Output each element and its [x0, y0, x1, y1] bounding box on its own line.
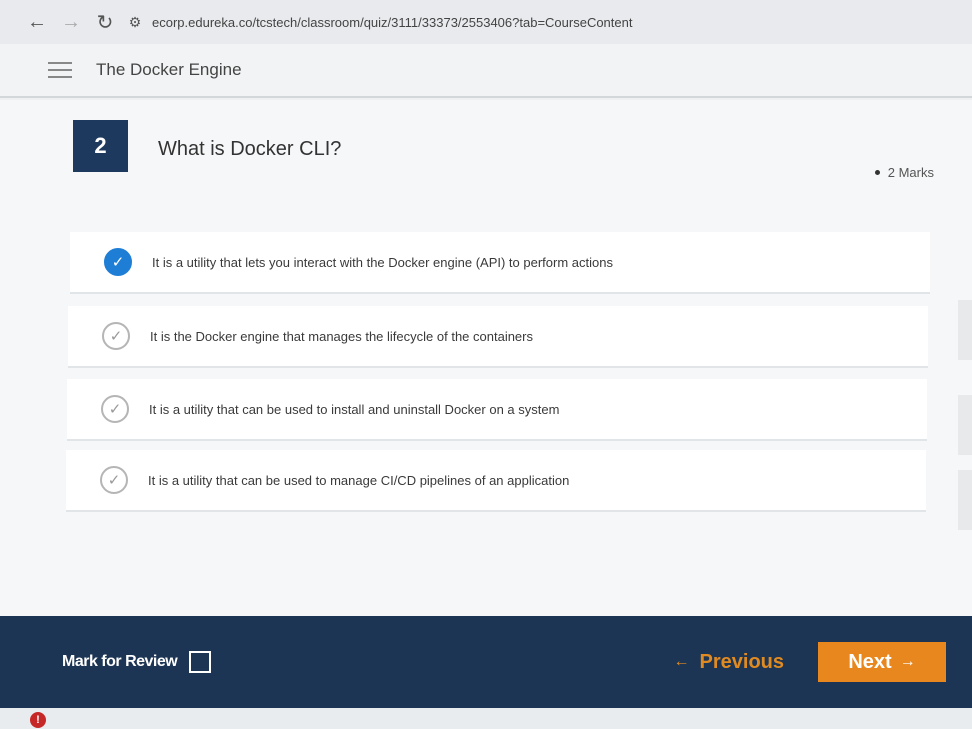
check-selected-icon[interactable]: ✓ — [104, 248, 132, 276]
marks-label: 2 Marks — [874, 165, 934, 180]
side-panel-edge — [958, 470, 972, 530]
check-circle-icon[interactable]: ✓ — [102, 322, 130, 350]
address-bar[interactable]: ecorp.edureka.co/tcstech/classroom/quiz/… — [152, 15, 632, 30]
answer-option-1[interactable]: ✓ It is a utility that lets you interact… — [70, 232, 930, 294]
answer-option-text: It is a utility that lets you interact w… — [152, 254, 613, 270]
course-title: The Docker Engine — [96, 60, 242, 79]
answer-option-3[interactable]: ✓ It is a utility that can be used to in… — [67, 379, 927, 441]
notification-icon[interactable]: ! — [30, 712, 46, 728]
mark-for-review-checkbox[interactable] — [189, 651, 212, 673]
question-text: What is Docker CLI? — [158, 138, 342, 160]
os-taskbar: ! — [0, 708, 972, 729]
side-panel-edge — [958, 395, 972, 455]
quiz-footer: Mark for Review ← Previous Next → — [0, 616, 972, 708]
browser-toolbar: ← → ↻ ⚙ ecorp.edureka.co/tcstech/classro… — [0, 0, 972, 44]
answer-option-text: It is a utility that can be used to mana… — [148, 472, 570, 488]
previous-button[interactable]: ← Previous — [674, 651, 784, 674]
hamburger-menu-icon[interactable] — [48, 62, 72, 78]
next-label: Next — [848, 650, 892, 673]
check-circle-icon[interactable]: ✓ — [101, 395, 129, 423]
forward-icon[interactable]: → — [54, 11, 88, 34]
question-panel: 2 What is Docker CLI? 2 Marks ✓ It is a … — [0, 100, 972, 616]
mark-for-review-label: Mark for Review — [62, 653, 178, 670]
answer-option-text: It is the Docker engine that manages the… — [150, 328, 533, 344]
arrow-left-icon: ← — [673, 653, 690, 670]
arrow-right-icon: → — [899, 653, 916, 670]
previous-label: Previous — [699, 650, 784, 673]
mark-for-review[interactable]: Mark for Review — [62, 651, 212, 673]
marks-text: 2 Marks — [887, 165, 934, 180]
answer-option-2[interactable]: ✓ It is the Docker engine that manages t… — [68, 306, 928, 368]
answer-option-4[interactable]: ✓ It is a utility that can be used to ma… — [66, 450, 926, 512]
back-icon[interactable]: ← — [20, 11, 54, 34]
site-info-icon[interactable]: ⚙ — [122, 14, 148, 31]
answer-option-text: It is a utility that can be used to inst… — [149, 401, 560, 417]
quiz-header: The Docker Engine — [0, 44, 972, 98]
reload-icon[interactable]: ↻ — [88, 10, 122, 35]
question-number: 2 — [73, 120, 128, 172]
bullet-icon — [874, 170, 880, 175]
next-button[interactable]: Next → — [818, 642, 946, 682]
side-panel-edge — [958, 300, 972, 360]
check-circle-icon[interactable]: ✓ — [100, 466, 128, 494]
